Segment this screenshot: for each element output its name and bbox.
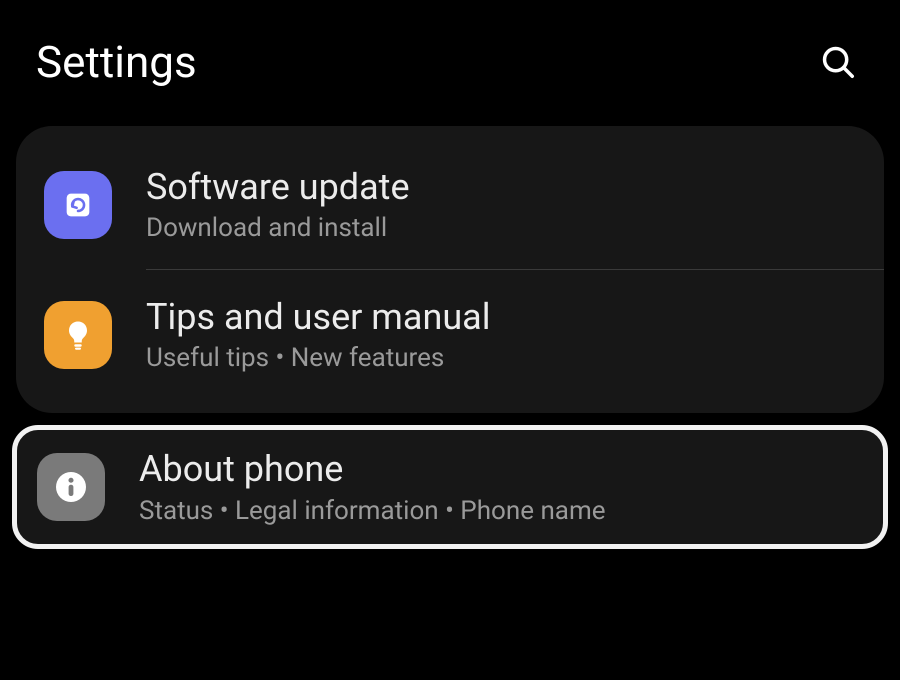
item-title: About phone — [139, 448, 606, 491]
item-subtitle: Status • Legal information • Phone name — [139, 496, 606, 526]
item-title: Software update — [146, 166, 410, 209]
search-button[interactable] — [816, 40, 860, 84]
item-text: Tips and user manual Useful tips • New f… — [146, 296, 491, 373]
item-subtitle: Download and install — [146, 213, 410, 243]
search-icon — [819, 43, 857, 81]
item-subtitle: Useful tips • New features — [146, 343, 491, 373]
page-title: Settings — [36, 36, 197, 88]
item-software-update[interactable]: Software update Download and install — [16, 144, 884, 265]
tips-icon — [44, 301, 112, 369]
item-title: Tips and user manual — [146, 296, 491, 339]
item-about-phone[interactable]: About phone Status • Legal information •… — [17, 430, 883, 543]
settings-header: Settings — [0, 0, 900, 118]
item-text: Software update Download and install — [146, 166, 410, 243]
about-phone-icon — [37, 453, 105, 521]
highlighted-item-frame: About phone Status • Legal information •… — [12, 425, 888, 548]
item-tips-manual[interactable]: Tips and user manual Useful tips • New f… — [16, 274, 884, 395]
settings-panel: Software update Download and install Tip… — [16, 126, 884, 413]
divider — [146, 269, 884, 270]
software-update-icon — [44, 171, 112, 239]
item-text: About phone Status • Legal information •… — [139, 448, 606, 525]
